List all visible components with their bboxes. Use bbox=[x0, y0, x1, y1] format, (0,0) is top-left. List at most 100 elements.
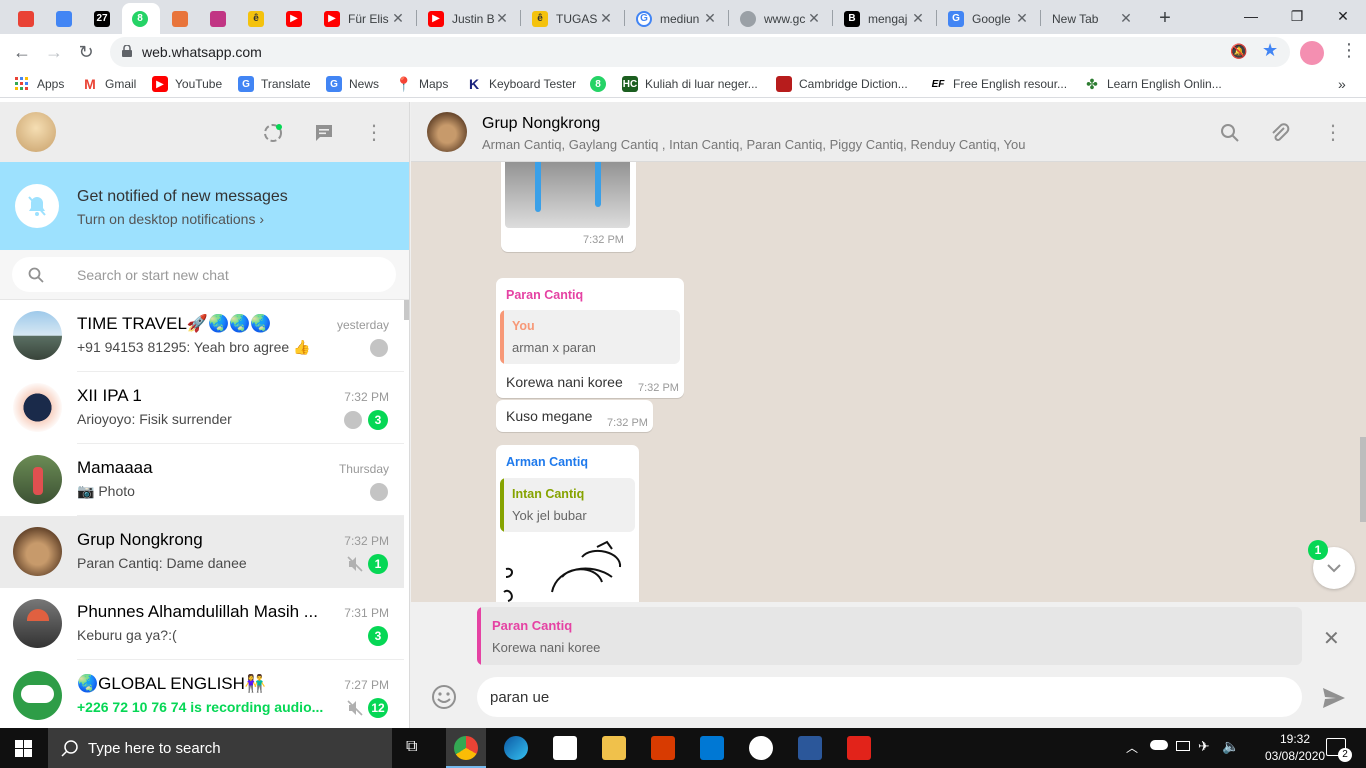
browser-tab[interactable]: ê TUGAS ✕ bbox=[522, 3, 622, 34]
bookmark-learn-english[interactable]: ✤ Learn English Onlin... bbox=[1084, 76, 1222, 92]
close-reply-icon[interactable]: ✕ bbox=[1323, 626, 1340, 651]
browser-tab[interactable]: 27 bbox=[84, 3, 120, 34]
chat-item[interactable]: XII IPA 1 7:32 PM Arioyoyo: Fisik surren… bbox=[0, 372, 404, 444]
bookmark-star-icon[interactable]: ★ bbox=[1262, 40, 1278, 61]
bookmark-youtube[interactable]: ▶ YouTube bbox=[152, 76, 222, 92]
close-icon[interactable]: ✕ bbox=[1118, 10, 1134, 27]
browser-tab[interactable] bbox=[200, 3, 236, 34]
acrobat-icon[interactable] bbox=[847, 736, 871, 760]
search-input[interactable]: Search or start new chat bbox=[12, 257, 396, 292]
office-icon[interactable] bbox=[651, 736, 675, 760]
chat-item-selected[interactable]: Grup Nongkrong 7:32 PM Paran Cantiq: Dam… bbox=[0, 516, 404, 588]
network-icon[interactable]: ✈ bbox=[1198, 738, 1210, 755]
close-icon[interactable]: ✕ bbox=[702, 10, 718, 27]
quoted-message[interactable]: Intan Cantiq Yok jel bubar bbox=[500, 478, 635, 532]
clock-time[interactable]: 19:32 bbox=[1265, 732, 1325, 746]
mail-icon[interactable] bbox=[700, 736, 724, 760]
new-tab-button[interactable]: + bbox=[1150, 3, 1180, 34]
bookmark-translate[interactable]: G Translate bbox=[238, 76, 311, 92]
quoted-message[interactable]: You arman x paran bbox=[500, 310, 680, 364]
bookmarks-overflow-icon[interactable]: » bbox=[1338, 76, 1346, 92]
browser-tab[interactable]: ▶ bbox=[276, 3, 312, 34]
search-icon[interactable] bbox=[1220, 123, 1240, 143]
browser-tab[interactable]: ▶ Justin B ✕ bbox=[418, 3, 518, 34]
bookmark-apps[interactable]: Apps bbox=[14, 76, 64, 92]
itunes-icon[interactable] bbox=[749, 736, 773, 760]
send-icon[interactable] bbox=[1322, 687, 1346, 709]
clock-date[interactable]: 03/08/2020 bbox=[1265, 749, 1325, 763]
file-explorer-icon[interactable] bbox=[602, 736, 626, 760]
forward-button[interactable]: → bbox=[40, 38, 68, 66]
bookmark-gmail[interactable]: M Gmail bbox=[82, 76, 136, 92]
chat-item[interactable]: Mamaaaa Thursday 📷 Photo bbox=[0, 444, 404, 516]
browser-tab[interactable] bbox=[46, 3, 82, 34]
conversation-header[interactable]: Grup Nongkrong Arman Cantiq, Gaylang Can… bbox=[411, 102, 1366, 162]
bookmark-maps[interactable]: 📍 Maps bbox=[395, 76, 448, 92]
taskbar-chrome[interactable] bbox=[446, 728, 486, 768]
notifications-blocked-icon[interactable]: 🔕 bbox=[1230, 43, 1247, 60]
message-list-scrollbar[interactable] bbox=[1360, 437, 1366, 522]
browser-tab[interactable]: ê bbox=[238, 3, 274, 34]
minimize-button[interactable]: — bbox=[1228, 0, 1274, 32]
browser-tab[interactable]: www.gc ✕ bbox=[730, 3, 830, 34]
close-icon[interactable]: ✕ bbox=[806, 10, 822, 27]
browser-tab-active[interactable]: 8 bbox=[122, 3, 160, 34]
menu-icon[interactable]: ⋮ bbox=[1323, 120, 1343, 145]
bookmark-kuliah[interactable]: HC Kuliah di luar neger... bbox=[622, 76, 758, 92]
volume-icon[interactable]: 🔈 bbox=[1222, 738, 1239, 755]
bookmark-cambridge[interactable]: Cambridge Diction... bbox=[776, 76, 908, 92]
close-icon[interactable]: ✕ bbox=[1014, 10, 1030, 27]
reload-button[interactable]: ↻ bbox=[72, 38, 100, 66]
message-bubble[interactable]: Paran Cantiq You arman x paran Korewa na… bbox=[496, 278, 684, 398]
word-icon[interactable] bbox=[798, 736, 822, 760]
address-bar[interactable]: web.whatsapp.com 🔕 ★ bbox=[110, 37, 1290, 67]
bookmark-keyboard-tester[interactable]: K Keyboard Tester bbox=[466, 76, 576, 92]
browser-tab[interactable]: ▶ Für Elis ✕ bbox=[314, 3, 414, 34]
close-icon[interactable]: ✕ bbox=[494, 10, 510, 27]
menu-icon[interactable]: ⋮ bbox=[364, 120, 384, 145]
browser-tab[interactable] bbox=[162, 3, 198, 34]
browser-tab[interactable]: Bmengaj ✕ bbox=[834, 3, 934, 34]
close-icon[interactable]: ✕ bbox=[390, 10, 406, 27]
close-window-button[interactable]: ✕ bbox=[1320, 0, 1366, 32]
browser-tab[interactable]: G Google ✕ bbox=[938, 3, 1038, 34]
group-avatar[interactable] bbox=[427, 112, 467, 152]
new-chat-icon[interactable] bbox=[314, 124, 334, 142]
message-image[interactable] bbox=[505, 162, 630, 228]
sticker-image[interactable] bbox=[502, 537, 630, 602]
onedrive-icon[interactable] bbox=[1150, 740, 1168, 750]
chat-item[interactable]: 🌏GLOBAL ENGLISH👫 7:27 PM +226 72 10 76 7… bbox=[0, 660, 404, 728]
bookmark-news[interactable]: G News bbox=[326, 76, 379, 92]
my-avatar[interactable] bbox=[16, 112, 56, 152]
status-icon[interactable] bbox=[262, 122, 284, 144]
chat-item[interactable]: TIME TRAVEL🚀🌏🌏🌏 yesterday +91 94153 8129… bbox=[0, 300, 404, 372]
attach-icon[interactable] bbox=[1269, 122, 1291, 144]
back-button[interactable]: ← bbox=[8, 38, 36, 66]
battery-icon[interactable] bbox=[1176, 741, 1190, 751]
notification-link[interactable]: Turn on desktop notifications › bbox=[77, 211, 264, 227]
browser-menu-icon[interactable]: ⋮ bbox=[1340, 40, 1358, 61]
emoji-icon[interactable] bbox=[431, 684, 457, 710]
bookmark-whatsapp[interactable]: 8 bbox=[590, 76, 613, 92]
browser-tab[interactable] bbox=[8, 3, 44, 34]
task-view-icon[interactable]: ⧉ bbox=[406, 738, 417, 756]
browser-tab[interactable]: New Tab ✕ bbox=[1042, 3, 1142, 34]
bookmark-ef[interactable]: EF Free English resour... bbox=[930, 76, 1067, 92]
windows-start-icon[interactable] bbox=[15, 740, 32, 757]
edge-icon[interactable] bbox=[504, 736, 528, 760]
profile-avatar[interactable] bbox=[1300, 41, 1324, 65]
message-bubble[interactable]: Kuso megane 7:32 PM bbox=[496, 400, 653, 432]
chat-item[interactable]: Phunnes Alhamdulillah Masih ... 7:31 PM … bbox=[0, 588, 404, 660]
chat-list-scrollbar[interactable] bbox=[404, 300, 409, 320]
taskbar-search[interactable]: Type here to search bbox=[48, 728, 392, 768]
close-icon[interactable]: ✕ bbox=[910, 10, 926, 27]
notification-banner[interactable]: Get notified of new messages Turn on des… bbox=[0, 162, 409, 250]
browser-tab[interactable]: Gmediun ✕ bbox=[626, 3, 726, 34]
store-icon[interactable] bbox=[553, 736, 577, 760]
show-hidden-icons[interactable]: ︿ bbox=[1126, 739, 1138, 756]
message-bubble[interactable]: Arman Cantiq Intan Cantiq Yok jel bubar bbox=[496, 445, 639, 602]
image-message[interactable]: 7:32 PM bbox=[501, 162, 636, 252]
close-icon[interactable]: ✕ bbox=[598, 10, 614, 27]
restore-button[interactable]: ❐ bbox=[1274, 0, 1320, 32]
message-input[interactable]: paran ue bbox=[477, 677, 1302, 717]
